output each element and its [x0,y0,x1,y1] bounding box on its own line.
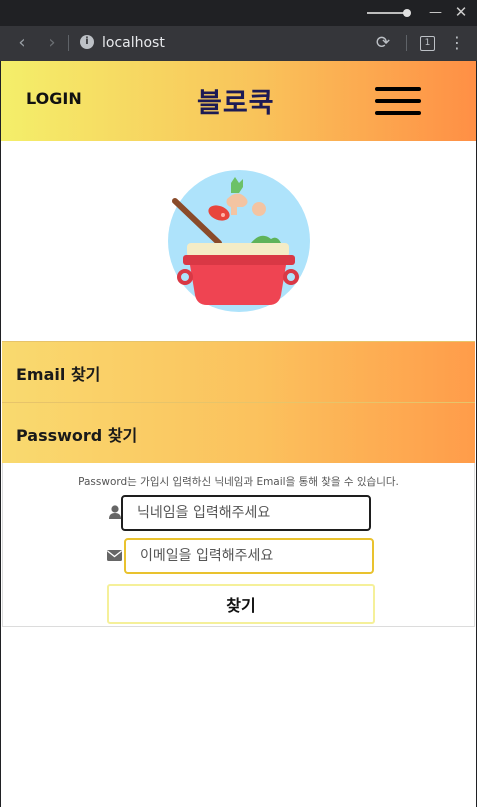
nickname-input[interactable] [121,495,371,531]
toolbar-divider [406,35,407,51]
toolbar-divider [68,35,69,51]
hamburger-icon[interactable] [375,87,421,117]
page-viewport: LOGIN 블로쿡 Email 찾기 Password 찾기 Password는… [0,61,477,807]
cooking-pot-illustration [168,170,310,312]
password-find-title: Password 찾기 [16,426,138,445]
email-find-title: Email 찾기 [16,365,101,384]
user-icon [109,505,121,519]
envelope-icon [107,550,122,561]
back-icon[interactable]: ‹ [12,32,32,54]
email-find-accordion[interactable]: Email 찾기 [2,341,475,403]
site-logo[interactable]: 블로쿡 [197,81,275,120]
address-bar[interactable]: localhost [102,34,165,52]
password-find-accordion[interactable]: Password 찾기 [2,402,475,464]
close-icon[interactable]: ✕ [453,4,469,20]
zoom-slider-handle[interactable] [403,9,411,17]
password-find-panel: Password는 가입시 입력하신 닉네임과 Email을 통해 찾을 수 있… [2,463,475,627]
forward-icon[interactable]: › [42,32,62,54]
more-menu-icon[interactable]: ⋮ [449,32,465,54]
tab-count-icon[interactable]: 1 [420,36,435,51]
login-link[interactable]: LOGIN [26,89,82,108]
find-password-button[interactable]: 찾기 [107,584,375,624]
reload-icon[interactable]: ⟳ [372,32,394,54]
email-input[interactable] [124,538,374,574]
site-header: LOGIN 블로쿡 [1,61,476,141]
info-icon[interactable]: i [80,35,94,49]
minimize-icon[interactable]: — [429,6,442,20]
password-find-hint: Password는 가입시 입력하신 닉네임과 Email을 통해 찾을 수 있… [78,476,399,488]
